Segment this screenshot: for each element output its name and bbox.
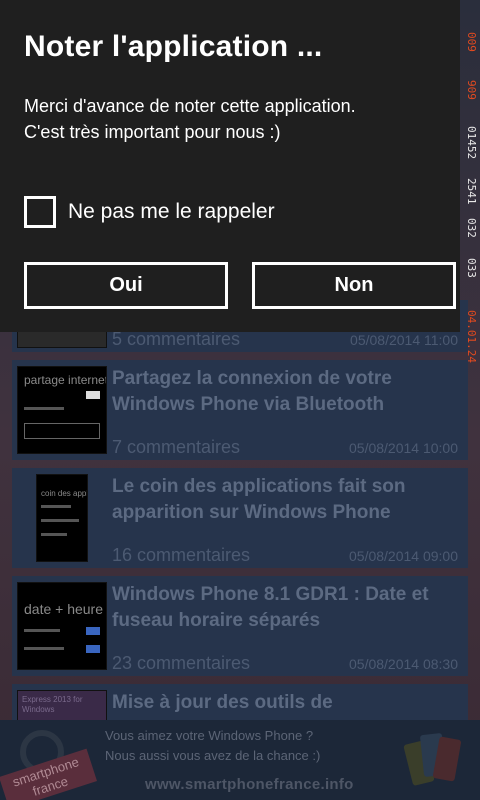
thumbnail-field — [24, 423, 100, 439]
article-card[interactable]: partage internet Partagez la connexion d… — [12, 360, 468, 460]
thumbnail-line — [41, 505, 71, 508]
dialog-title: Noter l'application ... — [24, 30, 323, 63]
article-card[interactable]: coin des applis Le coin des applications… — [12, 468, 468, 568]
banner-url[interactable]: www.smartphonefrance.info — [145, 776, 354, 793]
thumbnail-line — [24, 629, 60, 632]
article-comments: 7 commentaires — [112, 437, 241, 457]
thumbnail-line — [24, 407, 64, 410]
app-screen: 5 commentaires 05/08/2014 11:00 partage … — [0, 0, 480, 800]
status-segment: 04.01.24 — [465, 310, 478, 363]
status-segment: 032 — [465, 218, 478, 238]
article-thumbnail: Express 2013 for Windows — [17, 690, 107, 724]
status-segment: 009 — [465, 32, 478, 52]
article-title: Windows Phone 8.1 GDR1 : Date et fuseau … — [112, 584, 429, 631]
yes-button[interactable]: Oui — [24, 262, 228, 309]
article-date: 05/08/2014 09:00 — [349, 548, 458, 564]
thumbnail-caption: Express 2013 for Windows — [22, 695, 83, 714]
thumbnail-toggle — [86, 627, 100, 635]
dialog-message-line-2: C'est très important pour nous :) — [24, 122, 281, 142]
thumbnail-line — [41, 533, 67, 536]
status-strip: 009 909 01452 2541 032 033 04.01.24 — [462, 28, 480, 398]
article-title: Mise à jour des outils de — [112, 692, 333, 713]
thumbnail-caption: date + heure — [24, 601, 104, 617]
article-date: 05/08/2014 08:30 — [349, 656, 458, 672]
status-segment: 909 — [465, 80, 478, 100]
article-title: Partagez la connexion de votre Windows P… — [112, 368, 392, 415]
dialog-message: Merci d'avance de noter cette applicatio… — [24, 93, 444, 145]
dont-remind-checkbox[interactable]: Ne pas me le rappeler — [24, 196, 275, 228]
article-comments: 16 commentaires — [112, 545, 251, 565]
status-segment: 01452 — [465, 126, 478, 160]
article-date: 05/08/2014 11:00 — [350, 332, 458, 348]
thumbnail-line — [24, 647, 64, 650]
thumbnail-caption: partage internet — [24, 373, 107, 387]
status-segment: 2541 — [465, 178, 478, 205]
rate-app-dialog: Noter l'application ... Merci d'avance d… — [0, 0, 460, 332]
smartphonefrance-logo: smartphone france — [0, 720, 98, 800]
banner-line-2: Nous aussi vous avez de la chance :) — [105, 748, 321, 763]
ad-banner[interactable]: smartphone france Vous aimez votre Windo… — [0, 720, 480, 800]
article-comments: 23 commentaires — [112, 653, 251, 673]
article-thumbnail: coin des applis — [36, 474, 88, 562]
dialog-message-line-1: Merci d'avance de noter cette applicatio… — [24, 96, 356, 116]
article-card[interactable]: Express 2013 for Windows Mise à jour des… — [12, 684, 468, 724]
article-thumbnail: partage internet — [17, 366, 107, 454]
checkbox-box[interactable] — [24, 196, 56, 228]
thumbnail-toggle — [86, 645, 100, 653]
article-comments: 5 commentaires — [112, 329, 241, 349]
article-thumbnail: date + heure — [17, 582, 107, 670]
article-title: Le coin des applications fait son appari… — [112, 476, 406, 523]
thumbnail-toggle — [86, 391, 100, 399]
no-button[interactable]: Non — [252, 262, 456, 309]
thumbnail-caption: coin des applis — [41, 489, 87, 498]
status-segment: 033 — [465, 258, 478, 278]
phones-icon — [403, 728, 462, 792]
thumbnail-line — [41, 519, 79, 522]
article-list: 5 commentaires 05/08/2014 11:00 partage … — [12, 300, 468, 732]
checkbox-label[interactable]: Ne pas me le rappeler — [68, 200, 275, 224]
article-date: 05/08/2014 10:00 — [349, 440, 458, 456]
article-card[interactable]: date + heure Windows Phone 8.1 GDR1 : Da… — [12, 576, 468, 676]
banner-line-1: Vous aimez votre Windows Phone ? — [105, 728, 314, 743]
